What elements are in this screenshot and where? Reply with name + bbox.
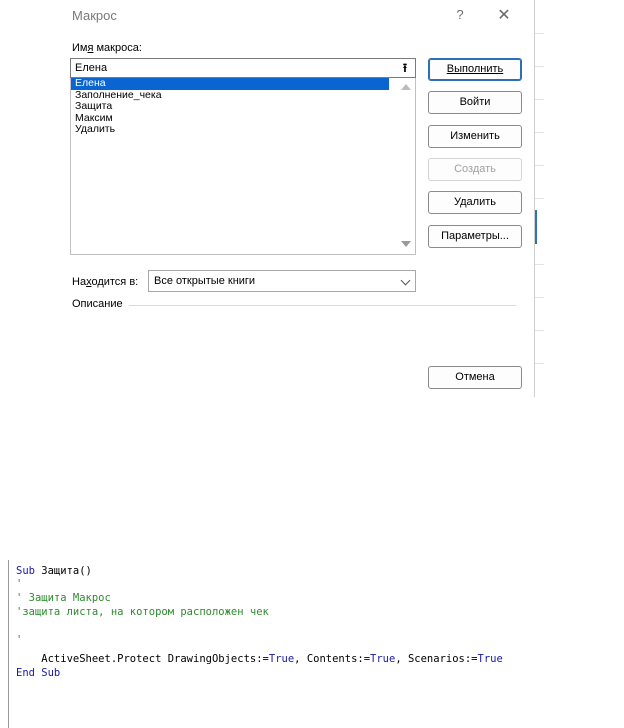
- chevron-down-icon: [400, 275, 411, 286]
- step-into-button-label: Войти: [459, 96, 491, 108]
- code-text: , Scenarios:=: [395, 653, 478, 665]
- help-icon[interactable]: ?: [452, 7, 468, 22]
- run-button-label: Выполнить: [446, 63, 504, 75]
- background-grid-line: [534, 198, 544, 199]
- macro-name-value: Елена: [75, 62, 108, 74]
- scroll-up-icon[interactable]: [401, 84, 411, 90]
- options-button-label: Параметры...: [441, 230, 509, 242]
- edit-button-label: Изменить: [450, 130, 500, 142]
- delete-button-label: Удалить: [454, 196, 496, 208]
- background-grid-line: [534, 132, 544, 133]
- run-button[interactable]: Выполнить: [428, 58, 522, 81]
- step-into-button[interactable]: Войти: [428, 91, 522, 114]
- code-text: Защита(): [34, 565, 92, 577]
- options-button[interactable]: Параметры...: [428, 225, 522, 248]
- description-label: Описание: [72, 298, 123, 310]
- code-margin-bar: [8, 560, 9, 728]
- code-keyword: True: [370, 653, 396, 665]
- code-text: ActiveSheet.Protect DrawingObjects:=: [16, 653, 269, 665]
- macro-name-input[interactable]: Елена ⭱: [70, 58, 416, 78]
- code-comment: ': [16, 634, 23, 646]
- description-divider: [129, 305, 516, 306]
- code-line: ActiveSheet.Protect DrawingObjects:=True…: [16, 652, 503, 666]
- code-text: , Contents:=: [294, 653, 371, 665]
- delete-button[interactable]: Удалить: [428, 191, 522, 214]
- location-select[interactable]: Все открытые книги: [148, 270, 416, 292]
- list-item[interactable]: Защита: [71, 100, 389, 113]
- cancel-button[interactable]: Отмена: [428, 366, 522, 389]
- background-grid-line: [534, 297, 544, 298]
- dialog-title: Макрос: [72, 8, 117, 23]
- code-keyword: True: [268, 653, 295, 665]
- macro-dialog: Макрос ? ✕ Имя макроса: Елена ⭱ Елена За…: [63, 0, 535, 397]
- macro-name-label: Имя макроса:: [72, 42, 142, 54]
- list-item[interactable]: Елена: [71, 78, 389, 90]
- code-editor[interactable]: Sub Защита() ' ' Защита Макрос 'защита л…: [0, 560, 624, 728]
- code-comment: 'защита листа, на котором расположен чек: [16, 606, 269, 618]
- list-item[interactable]: Максим: [71, 112, 389, 125]
- code-keyword: True: [477, 653, 503, 665]
- background-grid-line: [534, 33, 544, 34]
- list-item[interactable]: Заполнение_чека: [71, 89, 389, 102]
- location-value: Все открытые книги: [154, 275, 256, 287]
- macro-list[interactable]: Елена Заполнение_чека Защита Максим Удал…: [70, 78, 416, 255]
- create-button-label: Создать: [454, 163, 496, 175]
- list-scrollbar[interactable]: [397, 78, 415, 254]
- close-icon[interactable]: ✕: [493, 5, 515, 25]
- upload-icon[interactable]: ⭱: [398, 59, 412, 77]
- background-grid-line: [534, 66, 544, 67]
- list-item[interactable]: Удалить: [71, 123, 389, 136]
- code-line: Sub Защита(): [16, 564, 92, 578]
- create-button[interactable]: Создать: [428, 158, 522, 181]
- background-grid-line: [534, 99, 544, 100]
- location-label: Находится в:: [72, 276, 139, 288]
- background-grid-line: [534, 165, 544, 166]
- scroll-down-icon[interactable]: [401, 241, 411, 247]
- background-grid-line: [534, 363, 544, 364]
- code-comment: ' Защита Макрос: [16, 592, 111, 604]
- code-keyword: Sub: [16, 565, 35, 577]
- code-keyword: End Sub: [16, 667, 61, 679]
- cancel-button-label: Отмена: [455, 371, 495, 383]
- background-grid-line: [534, 330, 544, 331]
- code-comment: ': [16, 578, 23, 590]
- edit-button[interactable]: Изменить: [428, 125, 522, 148]
- background-grid-line: [534, 264, 544, 265]
